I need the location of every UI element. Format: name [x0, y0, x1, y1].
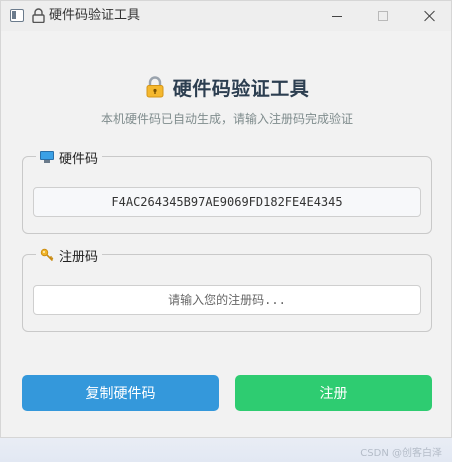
lock-icon — [146, 76, 164, 98]
maximize-button[interactable] — [360, 1, 406, 31]
monitor-icon — [40, 151, 54, 163]
hardware-code-group: 硬件码 F4AC264345B97AE9069FD182FE4E4345 — [22, 148, 432, 234]
page-heading: 硬件码验证工具 — [1, 73, 452, 101]
hardware-code-group-label: 硬件码 — [36, 148, 103, 167]
registration-code-label: 注册码 — [59, 249, 99, 265]
close-icon — [423, 10, 435, 22]
hardware-code-label: 硬件码 — [59, 151, 99, 167]
close-button[interactable] — [406, 1, 452, 31]
page-subtitle: 本机硬件码已自动生成，请输入注册码完成验证 — [100, 112, 353, 126]
watermark-text: CSDN @创客白泽 — [360, 448, 442, 459]
app-window: 硬件码验证工具 硬件码验证工具 本机硬件码已自动生成，请输入注册码完成验证 硬件… — [0, 0, 452, 438]
hardware-code-field[interactable]: F4AC264345B97AE9069FD182FE4E4345 — [33, 187, 421, 217]
register-button[interactable]: 注册 — [235, 375, 432, 411]
registration-code-input[interactable] — [33, 285, 421, 315]
app-icon — [10, 9, 24, 22]
minimize-button[interactable] — [314, 1, 360, 31]
lock-icon — [32, 8, 45, 23]
registration-code-group-label: 注册码 — [36, 246, 103, 265]
copy-hardware-code-button[interactable]: 复制硬件码 — [22, 375, 219, 411]
page-title: 硬件码验证工具 — [172, 77, 310, 100]
registration-code-group: 注册码 — [22, 246, 432, 332]
key-icon — [40, 248, 54, 262]
minimize-icon — [332, 15, 342, 17]
title-bar[interactable]: 硬件码验证工具 — [1, 1, 451, 31]
maximize-icon — [378, 11, 388, 21]
window-title: 硬件码验证工具 — [49, 8, 141, 23]
